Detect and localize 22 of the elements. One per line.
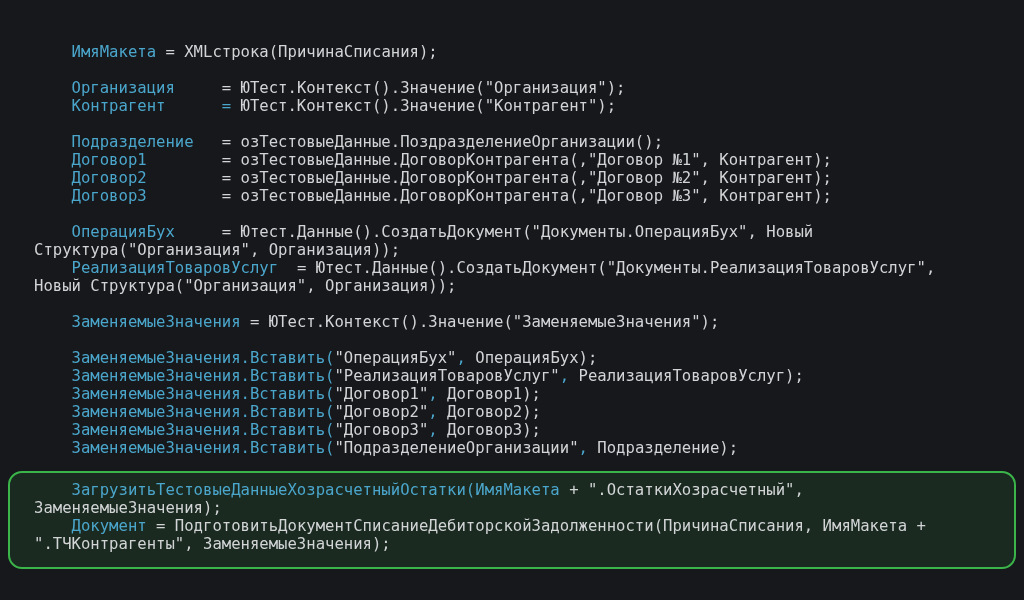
code-line: Договор2 = озТестовыеДанные.ДоговорКонтрагента(,"Договор №2", Контрагент); [70,169,832,187]
code-line: Организация = ЮТест.Контекст().Значение("Организация"); [70,79,626,97]
code-line: ЗаменяемыеЗначения); [34,499,222,517]
code-line: ЗаменяемыеЗначения.Вставить("ПодразделениеОрганизации", Подразделение); [70,439,739,457]
code-line: ЗаменяемыеЗначения.Вставить("Договор2", Договор2); [70,403,541,421]
code-line: ЗаменяемыеЗначения = ЮТест.Контекст().Значение("ЗаменяемыеЗначения"); [70,313,720,331]
code-line: Договор1 = озТестовыеДанные.ДоговорКонтрагента(,"Договор №1", Контрагент); [70,151,832,169]
code-line: ЗаменяемыеЗначения.Вставить("ОперацияБух", ОперацияБух); [70,349,598,367]
code-line: РеализацияТоваровУслуг = Ютест.Данные().СоздатьДокумент("Документы.РеализацияТоваровУслуг", [70,259,936,277]
code-line: ЗаменяемыеЗначения.Вставить("Договор1", Договор1); [70,385,541,403]
code-line: ЗаменяемыеЗначения.Вставить("РеализацияТоваровУслуг", РеализацияТоваровУслуг); [70,367,804,385]
code-line: Подразделение = озТестовыеДанные.ПоздразделениеОрганизации(); [70,133,664,151]
code-line: ЗагрузитьТестовыеДанныеХозрасчетныйОстатки(ИмяМакета + ".ОстаткиХозрасчетный", [70,481,804,499]
code-line: Новый Структура("Организация", Организация)); [34,277,457,295]
code-line: ЗаменяемыеЗначения.Вставить("Договор3", Договор3); [70,421,541,439]
code-line: ОперацияБух = Ютест.Данные().СоздатьДокумент("Документы.ОперацияБух", Новый [70,223,814,241]
code-line: Структура("Организация", Организация)); [34,241,401,259]
code-line: ИмяМакета = XMLстрока(ПричинаСписания); [70,43,438,61]
code-line: ".ТЧКонтрагенты", ЗаменяемыеЗначения); [34,535,391,553]
code-line: Документ = ПодготовитьДокументСписаниеДебиторскойЗадолженности(ПричинаСписания, ИмяМакета + [70,517,926,535]
code-line: Договор3 = озТестовыеДанные.ДоговорКонтрагента(,"Договор №3", Контрагент); [70,187,832,205]
code-line: Контрагент = ЮТест.Контекст().Значение("Контрагент"); [70,97,617,115]
